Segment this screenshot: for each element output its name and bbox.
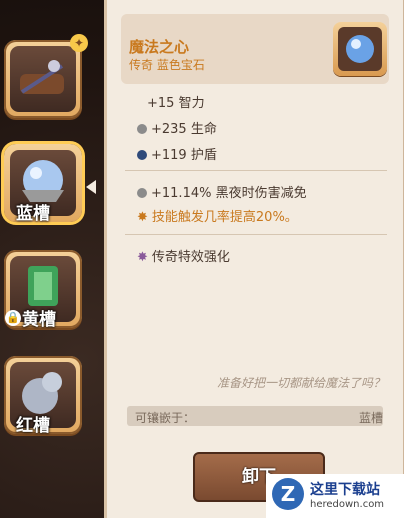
slot-label: 红槽 bbox=[16, 416, 50, 436]
slot-label: 黄槽 bbox=[22, 310, 56, 330]
stat-health-text: +235 生命 bbox=[151, 122, 217, 137]
special-night: +11.14% 黑夜时伤害减免 bbox=[137, 182, 307, 201]
special-skill: ✸ 技能触发几率提高20%。 bbox=[137, 206, 298, 225]
watermark-logo-icon: Z bbox=[272, 478, 304, 510]
slot-blue[interactable]: 蓝槽 bbox=[4, 144, 82, 224]
special-skill-text: 技能触发几率提高20%。 bbox=[151, 210, 298, 225]
gem-subtitle: 传奇 蓝色宝石 bbox=[129, 58, 205, 72]
slot-inner bbox=[10, 46, 76, 112]
gem-title: 魔法之心 bbox=[129, 38, 190, 56]
lock-icon: 🔒 bbox=[5, 310, 21, 326]
star-icon: ✸ bbox=[137, 210, 148, 225]
socket-label: 可镶嵌于： bbox=[135, 411, 196, 425]
watermark: Z 这里下载站 heredown.com bbox=[266, 474, 404, 518]
stat-shield: +119 护盾 bbox=[137, 144, 217, 163]
divider bbox=[125, 170, 387, 171]
selection-pointer bbox=[86, 180, 96, 194]
flavor-quote: 准备好把一切都献给魔法了吗？ bbox=[216, 376, 385, 390]
blue-gem-icon bbox=[346, 35, 374, 63]
night-icon bbox=[137, 188, 147, 198]
gem-thumbnail bbox=[333, 22, 387, 76]
wrench-icon: ✦ bbox=[70, 34, 88, 52]
slot-rail: ✦ 蓝槽 🔒 黄槽 红槽 bbox=[0, 0, 100, 518]
health-icon bbox=[137, 124, 147, 134]
gem-thumbnail-inner bbox=[338, 27, 382, 71]
gem-detail-panel: 魔法之心 传奇 蓝色宝石 +15 智力 +235 生命 +119 护盾 +11.… bbox=[104, 0, 404, 518]
socket-value: 蓝槽 bbox=[358, 411, 383, 425]
stat-health: +235 生命 bbox=[137, 118, 217, 137]
special-night-text: +11.14% 黑夜时伤害减免 bbox=[151, 186, 307, 201]
divider bbox=[125, 234, 387, 235]
watermark-name: 这里下载站 bbox=[310, 482, 380, 498]
watermark-url: heredown.com bbox=[310, 499, 385, 510]
stat-intellect: +15 智力 bbox=[147, 96, 205, 111]
slot-weapon[interactable]: ✦ bbox=[4, 34, 88, 118]
slot-label: 蓝槽 bbox=[16, 204, 50, 224]
stat-shield-text: +119 护盾 bbox=[151, 148, 217, 163]
slot-yellow[interactable]: 🔒 黄槽 bbox=[4, 250, 82, 330]
purple-star-icon: ✸ bbox=[137, 250, 148, 265]
instrument-icon bbox=[20, 60, 64, 94]
shield-icon bbox=[137, 150, 147, 160]
slot-red[interactable]: 红槽 bbox=[4, 356, 82, 436]
legendary-text: 传奇特效强化 bbox=[151, 250, 230, 265]
legendary-effect: ✸ 传奇特效强化 bbox=[137, 246, 230, 265]
